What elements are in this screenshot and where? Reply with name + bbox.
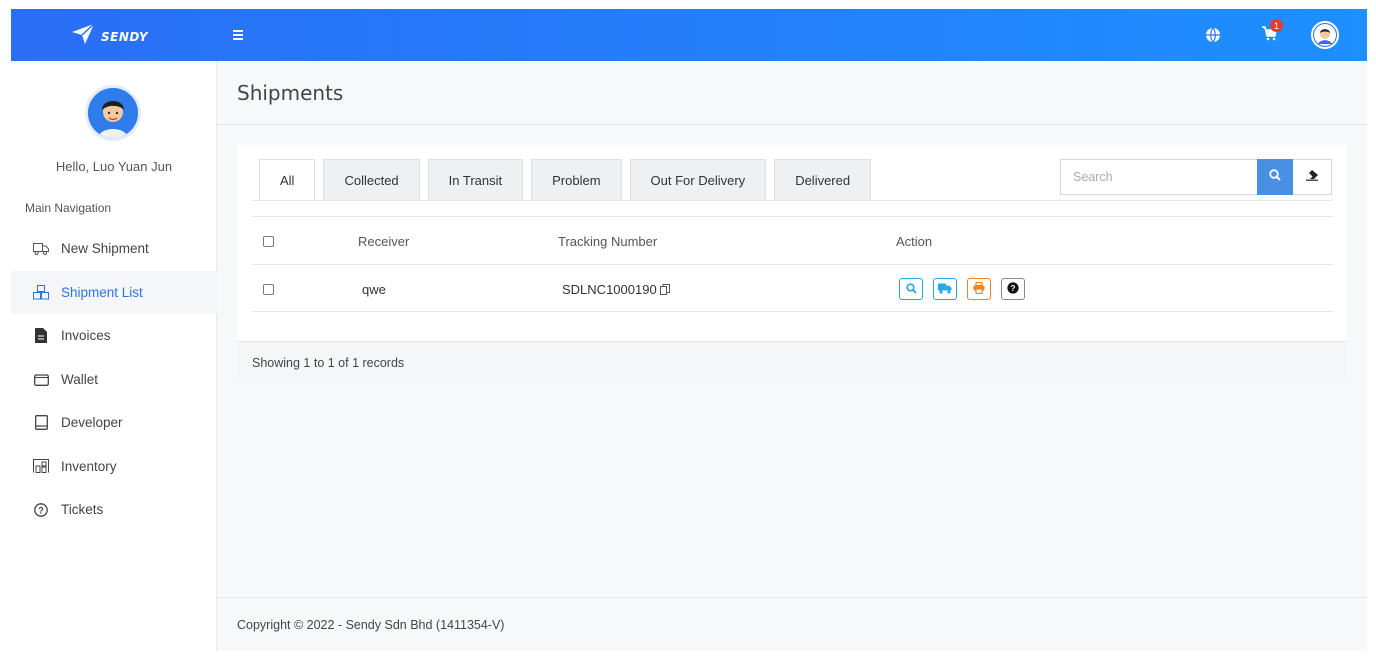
page-title: Shipments [237, 81, 344, 105]
boxes-icon [33, 284, 49, 300]
receiver-cell: qwe [362, 281, 386, 297]
book-icon [33, 415, 49, 431]
printer-icon [973, 281, 985, 297]
sidebar-item-tickets[interactable]: ? Tickets [11, 488, 217, 532]
sidebar-item-label: Shipment List [61, 284, 143, 300]
brand-logo[interactable]: SENDY [71, 23, 148, 50]
search-icon [905, 282, 917, 297]
svg-text:?: ? [38, 505, 44, 515]
track-button[interactable] [933, 278, 957, 300]
cart-button[interactable]: 1 [1253, 19, 1285, 51]
clear-search-button[interactable] [1293, 159, 1332, 195]
sidebar-item-label: Invoices [61, 328, 111, 344]
sidebar-item-developer[interactable]: Developer [11, 401, 217, 445]
column-header-receiver: Receiver [358, 233, 410, 249]
sidebar-item-new-shipment[interactable]: New Shipment [11, 227, 217, 271]
user-greeting: Hello, Luo Yuan Jun [55, 159, 173, 174]
tabs-divider [253, 200, 1332, 201]
nav-section-title: Main Navigation [25, 201, 112, 215]
table-header-row: Receiver Tracking Number Action [253, 216, 1333, 264]
sidebar-item-invoices[interactable]: Invoices [11, 314, 217, 358]
sidebar-item-shipment-list[interactable]: Shipment List [11, 270, 217, 314]
app-root: SENDY 1 Hello, Luo Yuan Jun Main Navigat… [11, 9, 1367, 651]
copy-icon[interactable] [659, 283, 670, 295]
paper-plane-icon [71, 23, 95, 50]
wallet-icon [33, 371, 49, 387]
user-avatar-icon [1311, 21, 1339, 49]
cart-count-badge: 1 [1270, 19, 1283, 32]
profile-avatar[interactable] [85, 85, 141, 141]
shipments-table: Receiver Tracking Number Action qwe SDLN… [253, 216, 1333, 312]
tab-out-for-delivery[interactable]: Out For Delivery [629, 159, 767, 201]
search-button[interactable] [1257, 159, 1293, 195]
shipments-card: All Collected In Transit Problem Out For… [237, 145, 1347, 383]
user-menu-button[interactable] [1309, 19, 1341, 51]
table-row: qwe SDLNC1000190 ? [253, 264, 1333, 312]
tab-delivered[interactable]: Delivered [774, 159, 872, 201]
language-globe-icon[interactable] [1197, 19, 1229, 51]
column-header-action: Action [896, 233, 933, 249]
sidebar-item-label: Developer [61, 415, 123, 431]
tab-collected[interactable]: Collected [323, 159, 420, 201]
tracking-cell: SDLNC1000190 [562, 265, 670, 313]
tab-problem[interactable]: Problem [531, 159, 622, 201]
view-button[interactable] [899, 278, 923, 300]
tab-in-transit[interactable]: In Transit [427, 159, 524, 201]
help-button[interactable]: ? [1001, 278, 1025, 300]
content-header: Shipments [217, 61, 1367, 125]
question-circle-icon: ? [33, 502, 49, 518]
records-summary: Showing 1 to 1 of 1 records [237, 341, 1347, 383]
sidebar-item-inventory[interactable]: Inventory [11, 445, 217, 489]
truck-icon [938, 282, 952, 297]
top-navbar: SENDY 1 [11, 9, 1367, 61]
search-group [1060, 159, 1332, 195]
svg-text:?: ? [1010, 283, 1015, 293]
menu-toggle-icon[interactable] [233, 25, 247, 45]
tracking-number: SDLNC1000190 [562, 281, 657, 297]
tab-all[interactable]: All [259, 159, 316, 201]
column-header-tracking: Tracking Number [558, 233, 658, 249]
action-cell: ? [899, 265, 1025, 313]
question-circle-icon: ? [1007, 281, 1019, 297]
sidebar-item-label: New Shipment [61, 241, 149, 257]
invoice-icon [33, 328, 49, 344]
page-footer: Copyright © 2022 - Sendy Sdn Bhd (141135… [217, 597, 1367, 651]
main-navigation: New Shipment Shipment List Invoices Wall… [11, 227, 217, 532]
search-icon [1269, 168, 1281, 186]
select-all-checkbox[interactable] [263, 235, 274, 247]
search-input[interactable] [1060, 159, 1257, 195]
status-tabs: All Collected In Transit Problem Out For… [259, 159, 872, 201]
print-button[interactable] [967, 278, 991, 300]
sidebar-item-label: Wallet [61, 371, 99, 387]
eraser-icon [1305, 168, 1319, 186]
sidebar-item-label: Tickets [61, 502, 104, 518]
sidebar-item-wallet[interactable]: Wallet [11, 358, 217, 402]
sidebar-item-label: Inventory [61, 458, 117, 474]
row-checkbox[interactable] [263, 283, 274, 295]
sidebar: Hello, Luo Yuan Jun Main Navigation New … [11, 61, 217, 651]
warehouse-icon [33, 458, 49, 474]
truck-icon [33, 241, 49, 257]
brand-name: SENDY [101, 29, 149, 44]
